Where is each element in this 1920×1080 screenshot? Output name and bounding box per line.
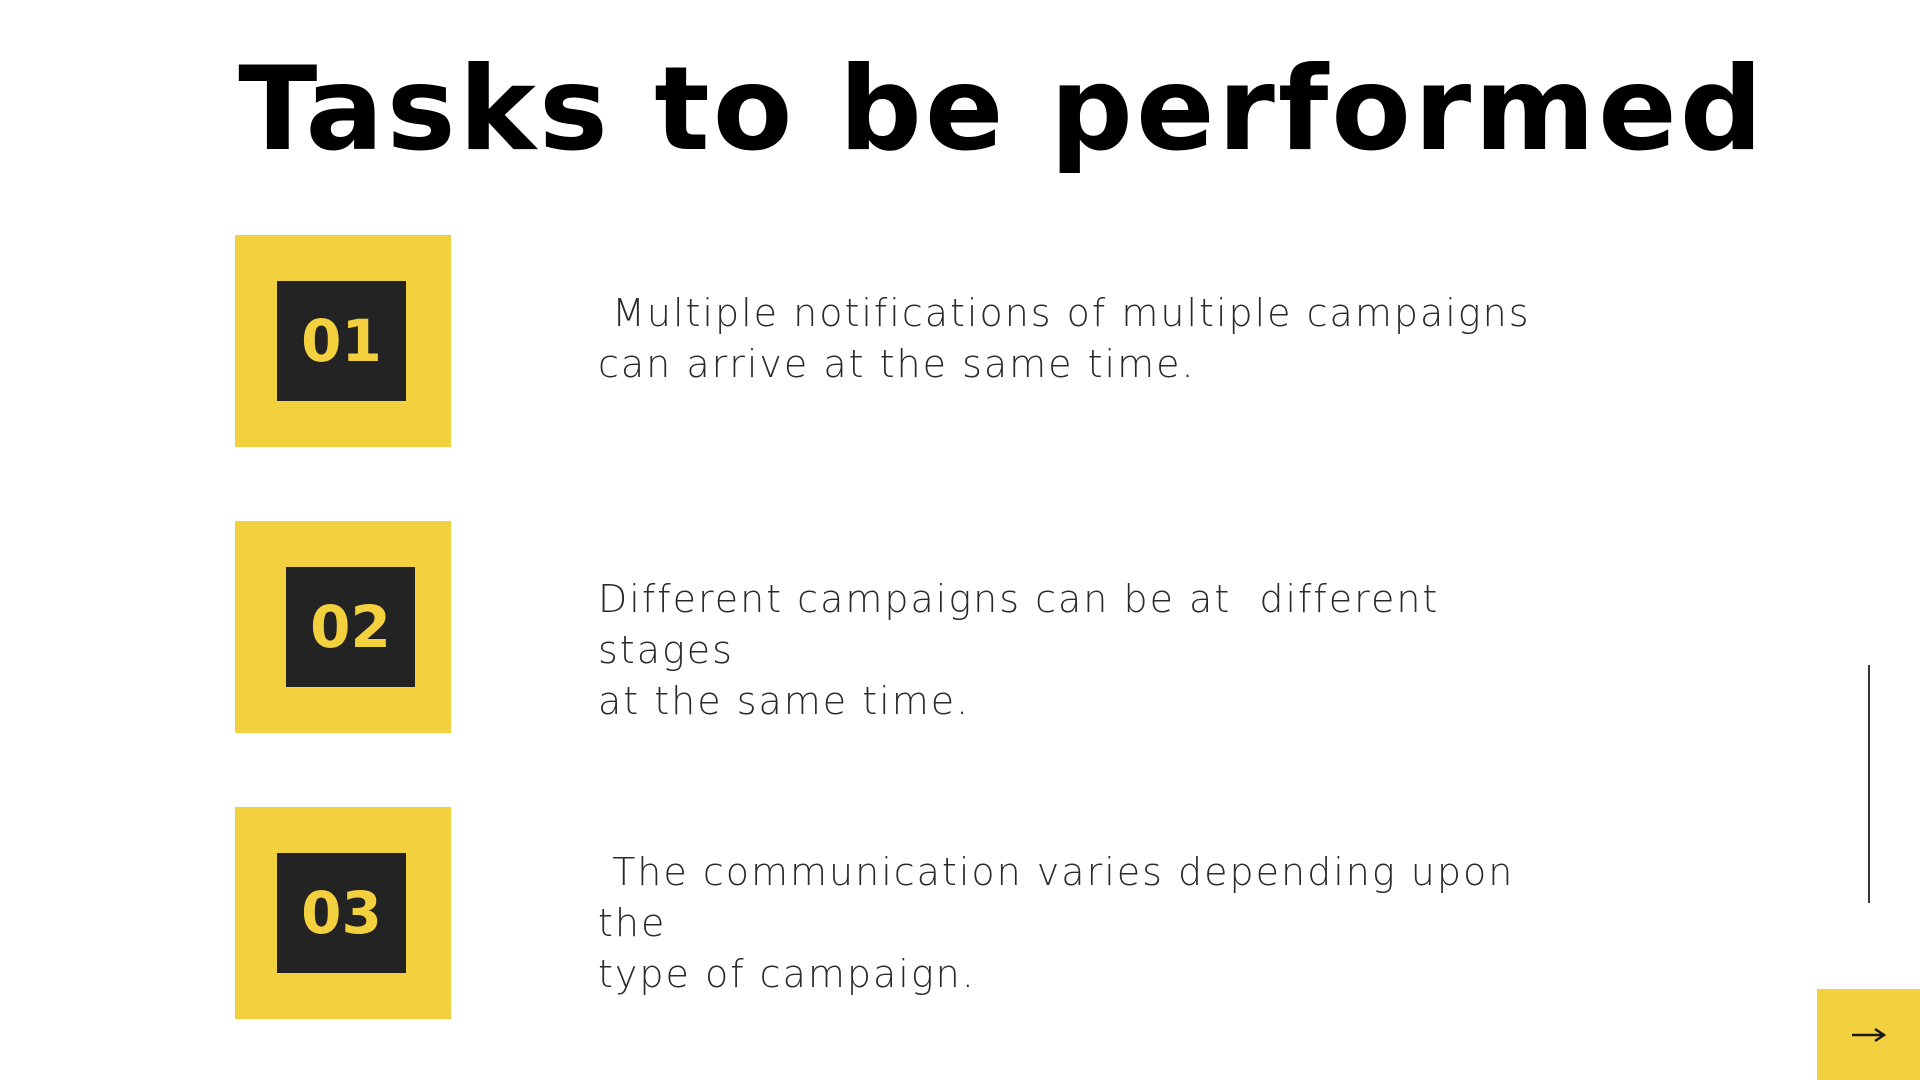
task-number: 02 (286, 567, 415, 687)
task-badge-1: 01 (235, 235, 451, 447)
next-slide-button[interactable] (1817, 989, 1920, 1080)
task-description: Different campaigns can be at different … (598, 577, 1440, 723)
task-number: 01 (277, 281, 406, 401)
task-badge-3: 03 (235, 807, 451, 1019)
arrow-right-icon (1851, 1027, 1887, 1043)
page-title: Tasks to be performed (238, 42, 1766, 177)
task-description: The communication varies depending upon … (598, 850, 1515, 996)
task-description: Multiple notifications of multiple campa… (598, 291, 1531, 386)
vertical-divider (1868, 665, 1870, 903)
task-number: 03 (277, 853, 406, 973)
task-badge-2: 02 (235, 521, 451, 733)
